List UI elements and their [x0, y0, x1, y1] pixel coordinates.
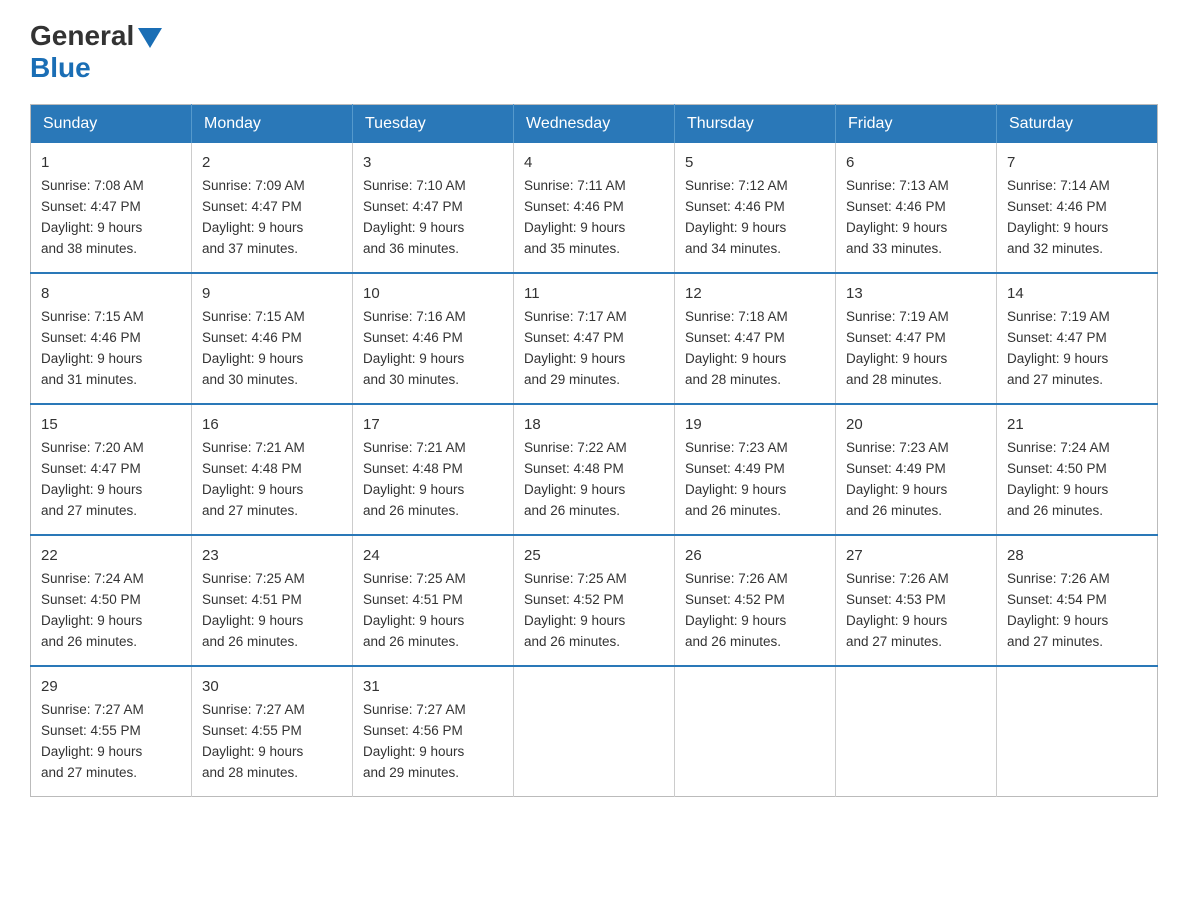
weekday-header-friday: Friday [836, 105, 997, 144]
logo-arrow-icon [138, 28, 162, 48]
calendar-cell: 15Sunrise: 7:20 AMSunset: 4:47 PMDayligh… [31, 404, 192, 535]
day-number: 30 [202, 675, 342, 698]
calendar-cell [997, 666, 1158, 796]
weekday-header-monday: Monday [192, 105, 353, 144]
day-number: 20 [846, 413, 986, 436]
day-number: 10 [363, 282, 503, 305]
day-number: 4 [524, 151, 664, 174]
day-number: 16 [202, 413, 342, 436]
day-number: 15 [41, 413, 181, 436]
calendar-cell [675, 666, 836, 796]
calendar-cell: 25Sunrise: 7:25 AMSunset: 4:52 PMDayligh… [514, 535, 675, 666]
day-number: 24 [363, 544, 503, 567]
calendar-cell: 30Sunrise: 7:27 AMSunset: 4:55 PMDayligh… [192, 666, 353, 796]
day-number: 19 [685, 413, 825, 436]
day-number: 14 [1007, 282, 1147, 305]
calendar-cell: 29Sunrise: 7:27 AMSunset: 4:55 PMDayligh… [31, 666, 192, 796]
day-number: 2 [202, 151, 342, 174]
day-number: 21 [1007, 413, 1147, 436]
calendar-week-row: 8Sunrise: 7:15 AMSunset: 4:46 PMDaylight… [31, 273, 1158, 404]
calendar-cell [514, 666, 675, 796]
calendar-cell: 11Sunrise: 7:17 AMSunset: 4:47 PMDayligh… [514, 273, 675, 404]
logo: General Blue [30, 20, 162, 84]
calendar-cell [836, 666, 997, 796]
weekday-header-sunday: Sunday [31, 105, 192, 144]
calendar-cell: 16Sunrise: 7:21 AMSunset: 4:48 PMDayligh… [192, 404, 353, 535]
calendar-cell: 23Sunrise: 7:25 AMSunset: 4:51 PMDayligh… [192, 535, 353, 666]
calendar-cell: 14Sunrise: 7:19 AMSunset: 4:47 PMDayligh… [997, 273, 1158, 404]
day-number: 11 [524, 282, 664, 305]
day-number: 1 [41, 151, 181, 174]
calendar-cell: 9Sunrise: 7:15 AMSunset: 4:46 PMDaylight… [192, 273, 353, 404]
calendar-cell: 3Sunrise: 7:10 AMSunset: 4:47 PMDaylight… [353, 143, 514, 273]
day-number: 29 [41, 675, 181, 698]
calendar-cell: 17Sunrise: 7:21 AMSunset: 4:48 PMDayligh… [353, 404, 514, 535]
day-number: 23 [202, 544, 342, 567]
calendar-week-row: 1Sunrise: 7:08 AMSunset: 4:47 PMDaylight… [31, 143, 1158, 273]
logo-blue-text: Blue [30, 52, 91, 84]
calendar-cell: 2Sunrise: 7:09 AMSunset: 4:47 PMDaylight… [192, 143, 353, 273]
weekday-header-row: SundayMondayTuesdayWednesdayThursdayFrid… [31, 105, 1158, 144]
calendar-cell: 28Sunrise: 7:26 AMSunset: 4:54 PMDayligh… [997, 535, 1158, 666]
day-number: 7 [1007, 151, 1147, 174]
logo-general-text: General [30, 20, 134, 52]
calendar-week-row: 22Sunrise: 7:24 AMSunset: 4:50 PMDayligh… [31, 535, 1158, 666]
calendar-cell: 10Sunrise: 7:16 AMSunset: 4:46 PMDayligh… [353, 273, 514, 404]
day-number: 8 [41, 282, 181, 305]
header: General Blue [30, 20, 1158, 84]
day-number: 31 [363, 675, 503, 698]
calendar-cell: 4Sunrise: 7:11 AMSunset: 4:46 PMDaylight… [514, 143, 675, 273]
calendar-week-row: 29Sunrise: 7:27 AMSunset: 4:55 PMDayligh… [31, 666, 1158, 796]
calendar-week-row: 15Sunrise: 7:20 AMSunset: 4:47 PMDayligh… [31, 404, 1158, 535]
day-number: 9 [202, 282, 342, 305]
weekday-header-thursday: Thursday [675, 105, 836, 144]
calendar-cell: 1Sunrise: 7:08 AMSunset: 4:47 PMDaylight… [31, 143, 192, 273]
calendar-cell: 19Sunrise: 7:23 AMSunset: 4:49 PMDayligh… [675, 404, 836, 535]
weekday-header-saturday: Saturday [997, 105, 1158, 144]
calendar-cell: 21Sunrise: 7:24 AMSunset: 4:50 PMDayligh… [997, 404, 1158, 535]
day-number: 6 [846, 151, 986, 174]
day-number: 3 [363, 151, 503, 174]
day-number: 13 [846, 282, 986, 305]
day-number: 5 [685, 151, 825, 174]
calendar-table: SundayMondayTuesdayWednesdayThursdayFrid… [30, 104, 1158, 797]
calendar-cell: 22Sunrise: 7:24 AMSunset: 4:50 PMDayligh… [31, 535, 192, 666]
day-number: 12 [685, 282, 825, 305]
calendar-cell: 26Sunrise: 7:26 AMSunset: 4:52 PMDayligh… [675, 535, 836, 666]
calendar-cell: 7Sunrise: 7:14 AMSunset: 4:46 PMDaylight… [997, 143, 1158, 273]
day-number: 22 [41, 544, 181, 567]
day-number: 28 [1007, 544, 1147, 567]
calendar-cell: 24Sunrise: 7:25 AMSunset: 4:51 PMDayligh… [353, 535, 514, 666]
calendar-cell: 27Sunrise: 7:26 AMSunset: 4:53 PMDayligh… [836, 535, 997, 666]
day-number: 27 [846, 544, 986, 567]
weekday-header-tuesday: Tuesday [353, 105, 514, 144]
calendar-cell: 12Sunrise: 7:18 AMSunset: 4:47 PMDayligh… [675, 273, 836, 404]
day-number: 25 [524, 544, 664, 567]
calendar-cell: 8Sunrise: 7:15 AMSunset: 4:46 PMDaylight… [31, 273, 192, 404]
weekday-header-wednesday: Wednesday [514, 105, 675, 144]
calendar-cell: 5Sunrise: 7:12 AMSunset: 4:46 PMDaylight… [675, 143, 836, 273]
day-number: 17 [363, 413, 503, 436]
calendar-cell: 18Sunrise: 7:22 AMSunset: 4:48 PMDayligh… [514, 404, 675, 535]
calendar-cell: 6Sunrise: 7:13 AMSunset: 4:46 PMDaylight… [836, 143, 997, 273]
calendar-cell: 13Sunrise: 7:19 AMSunset: 4:47 PMDayligh… [836, 273, 997, 404]
day-number: 26 [685, 544, 825, 567]
calendar-cell: 20Sunrise: 7:23 AMSunset: 4:49 PMDayligh… [836, 404, 997, 535]
calendar-cell: 31Sunrise: 7:27 AMSunset: 4:56 PMDayligh… [353, 666, 514, 796]
day-number: 18 [524, 413, 664, 436]
